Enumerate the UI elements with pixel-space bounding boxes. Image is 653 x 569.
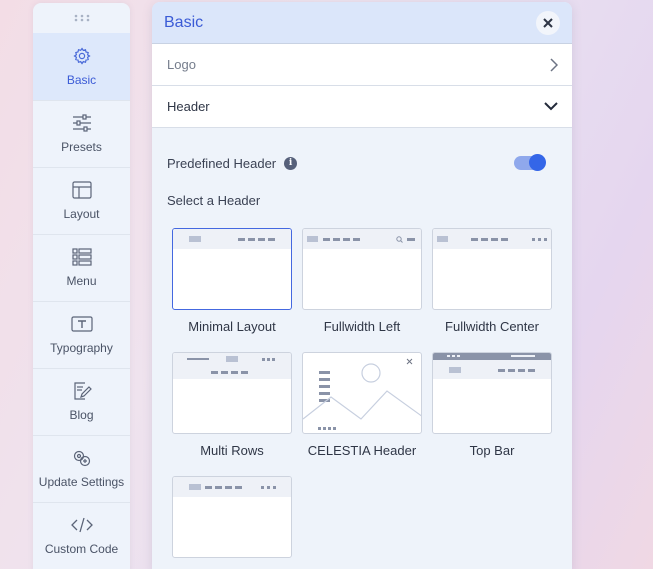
header-option-celestia-header[interactable]: CELESTIA Header xyxy=(302,352,422,458)
header-option-minimal-layout[interactable]: Minimal Layout xyxy=(172,228,292,334)
sidebar: Basic Presets Layout Menu Typography Blo… xyxy=(33,3,130,569)
menu-list-icon xyxy=(71,248,92,266)
sidebar-item-label: Typography xyxy=(50,341,113,355)
close-button[interactable] xyxy=(536,10,560,35)
accordion-header[interactable]: Header xyxy=(152,86,572,128)
header-option-label: Fullwidth Left xyxy=(323,319,401,334)
header-option-7[interactable] xyxy=(172,476,292,558)
blog-icon xyxy=(73,382,92,400)
close-icon xyxy=(543,17,553,28)
sidebar-item-basic[interactable]: Basic xyxy=(33,33,130,100)
header-option-label: CELESTIA Header xyxy=(307,443,417,458)
accordion-label: Logo xyxy=(167,57,196,72)
header-option-label: Multi Rows xyxy=(200,443,264,458)
header-thumbnail xyxy=(432,228,552,310)
info-icon[interactable]: i xyxy=(284,156,298,170)
update-settings-icon xyxy=(73,450,90,467)
settings-panel: Basic Logo Header Predefined Header i Se… xyxy=(152,2,572,569)
gear-icon xyxy=(72,47,91,65)
header-section: Predefined Header i Select a Header xyxy=(152,153,572,208)
panel-header: Basic xyxy=(152,2,572,44)
sliders-icon xyxy=(72,114,91,132)
toggle-knob xyxy=(529,154,546,171)
sidebar-item-menu[interactable]: Menu xyxy=(33,234,130,301)
accordion-logo[interactable]: Logo xyxy=(152,44,572,86)
sidebar-item-presets[interactable]: Presets xyxy=(33,100,130,167)
sidebar-item-update-settings[interactable]: Update Settings xyxy=(33,435,130,502)
sidebar-item-layout[interactable]: Layout xyxy=(33,167,130,234)
header-option-top-bar[interactable]: Top Bar xyxy=(432,352,552,458)
typography-icon xyxy=(70,316,93,332)
sidebar-item-typography[interactable]: Typography xyxy=(33,301,130,368)
header-option-label: Top Bar xyxy=(469,443,515,458)
sidebar-item-label: Basic xyxy=(66,73,97,87)
predefined-header-toggle[interactable] xyxy=(514,154,546,171)
layout-icon xyxy=(71,181,92,199)
sidebar-item-label: Presets xyxy=(61,140,102,154)
select-header-label: Select a Header xyxy=(167,193,261,208)
header-thumbnail xyxy=(302,228,422,310)
header-thumbnail xyxy=(172,476,292,558)
drag-handle[interactable] xyxy=(33,3,130,33)
header-option-multi-rows[interactable]: Multi Rows xyxy=(172,352,292,458)
accordion-label: Header xyxy=(167,99,210,114)
header-thumbnail xyxy=(432,352,552,434)
chevron-down-icon xyxy=(544,102,558,111)
header-option-fullwidth-left[interactable]: Fullwidth Left xyxy=(302,228,422,334)
sidebar-item-label: Update Settings xyxy=(38,475,125,489)
header-thumbnail xyxy=(302,352,422,434)
header-option-label: Minimal Layout xyxy=(188,319,276,334)
sidebar-item-custom-code[interactable]: Custom Code xyxy=(33,502,130,569)
sidebar-item-blog[interactable]: Blog xyxy=(33,368,130,435)
header-thumbnail xyxy=(172,352,292,434)
predefined-header-label: Predefined Header xyxy=(167,155,277,171)
header-thumbnail xyxy=(172,228,292,310)
header-option-fullwidth-center[interactable]: Fullwidth Center xyxy=(432,228,552,334)
code-icon xyxy=(70,517,93,533)
chevron-right-icon xyxy=(550,57,558,72)
sidebar-item-label: Blog xyxy=(69,408,94,422)
panel-title: Basic xyxy=(164,13,204,31)
header-option-label: Fullwidth Center xyxy=(445,319,539,334)
drag-dots-icon xyxy=(74,14,89,22)
sidebar-item-label: Menu xyxy=(66,274,97,288)
sidebar-item-label: Custom Code xyxy=(44,542,119,556)
sidebar-item-label: Layout xyxy=(63,207,100,221)
predefined-header-row: Predefined Header i xyxy=(167,153,557,173)
